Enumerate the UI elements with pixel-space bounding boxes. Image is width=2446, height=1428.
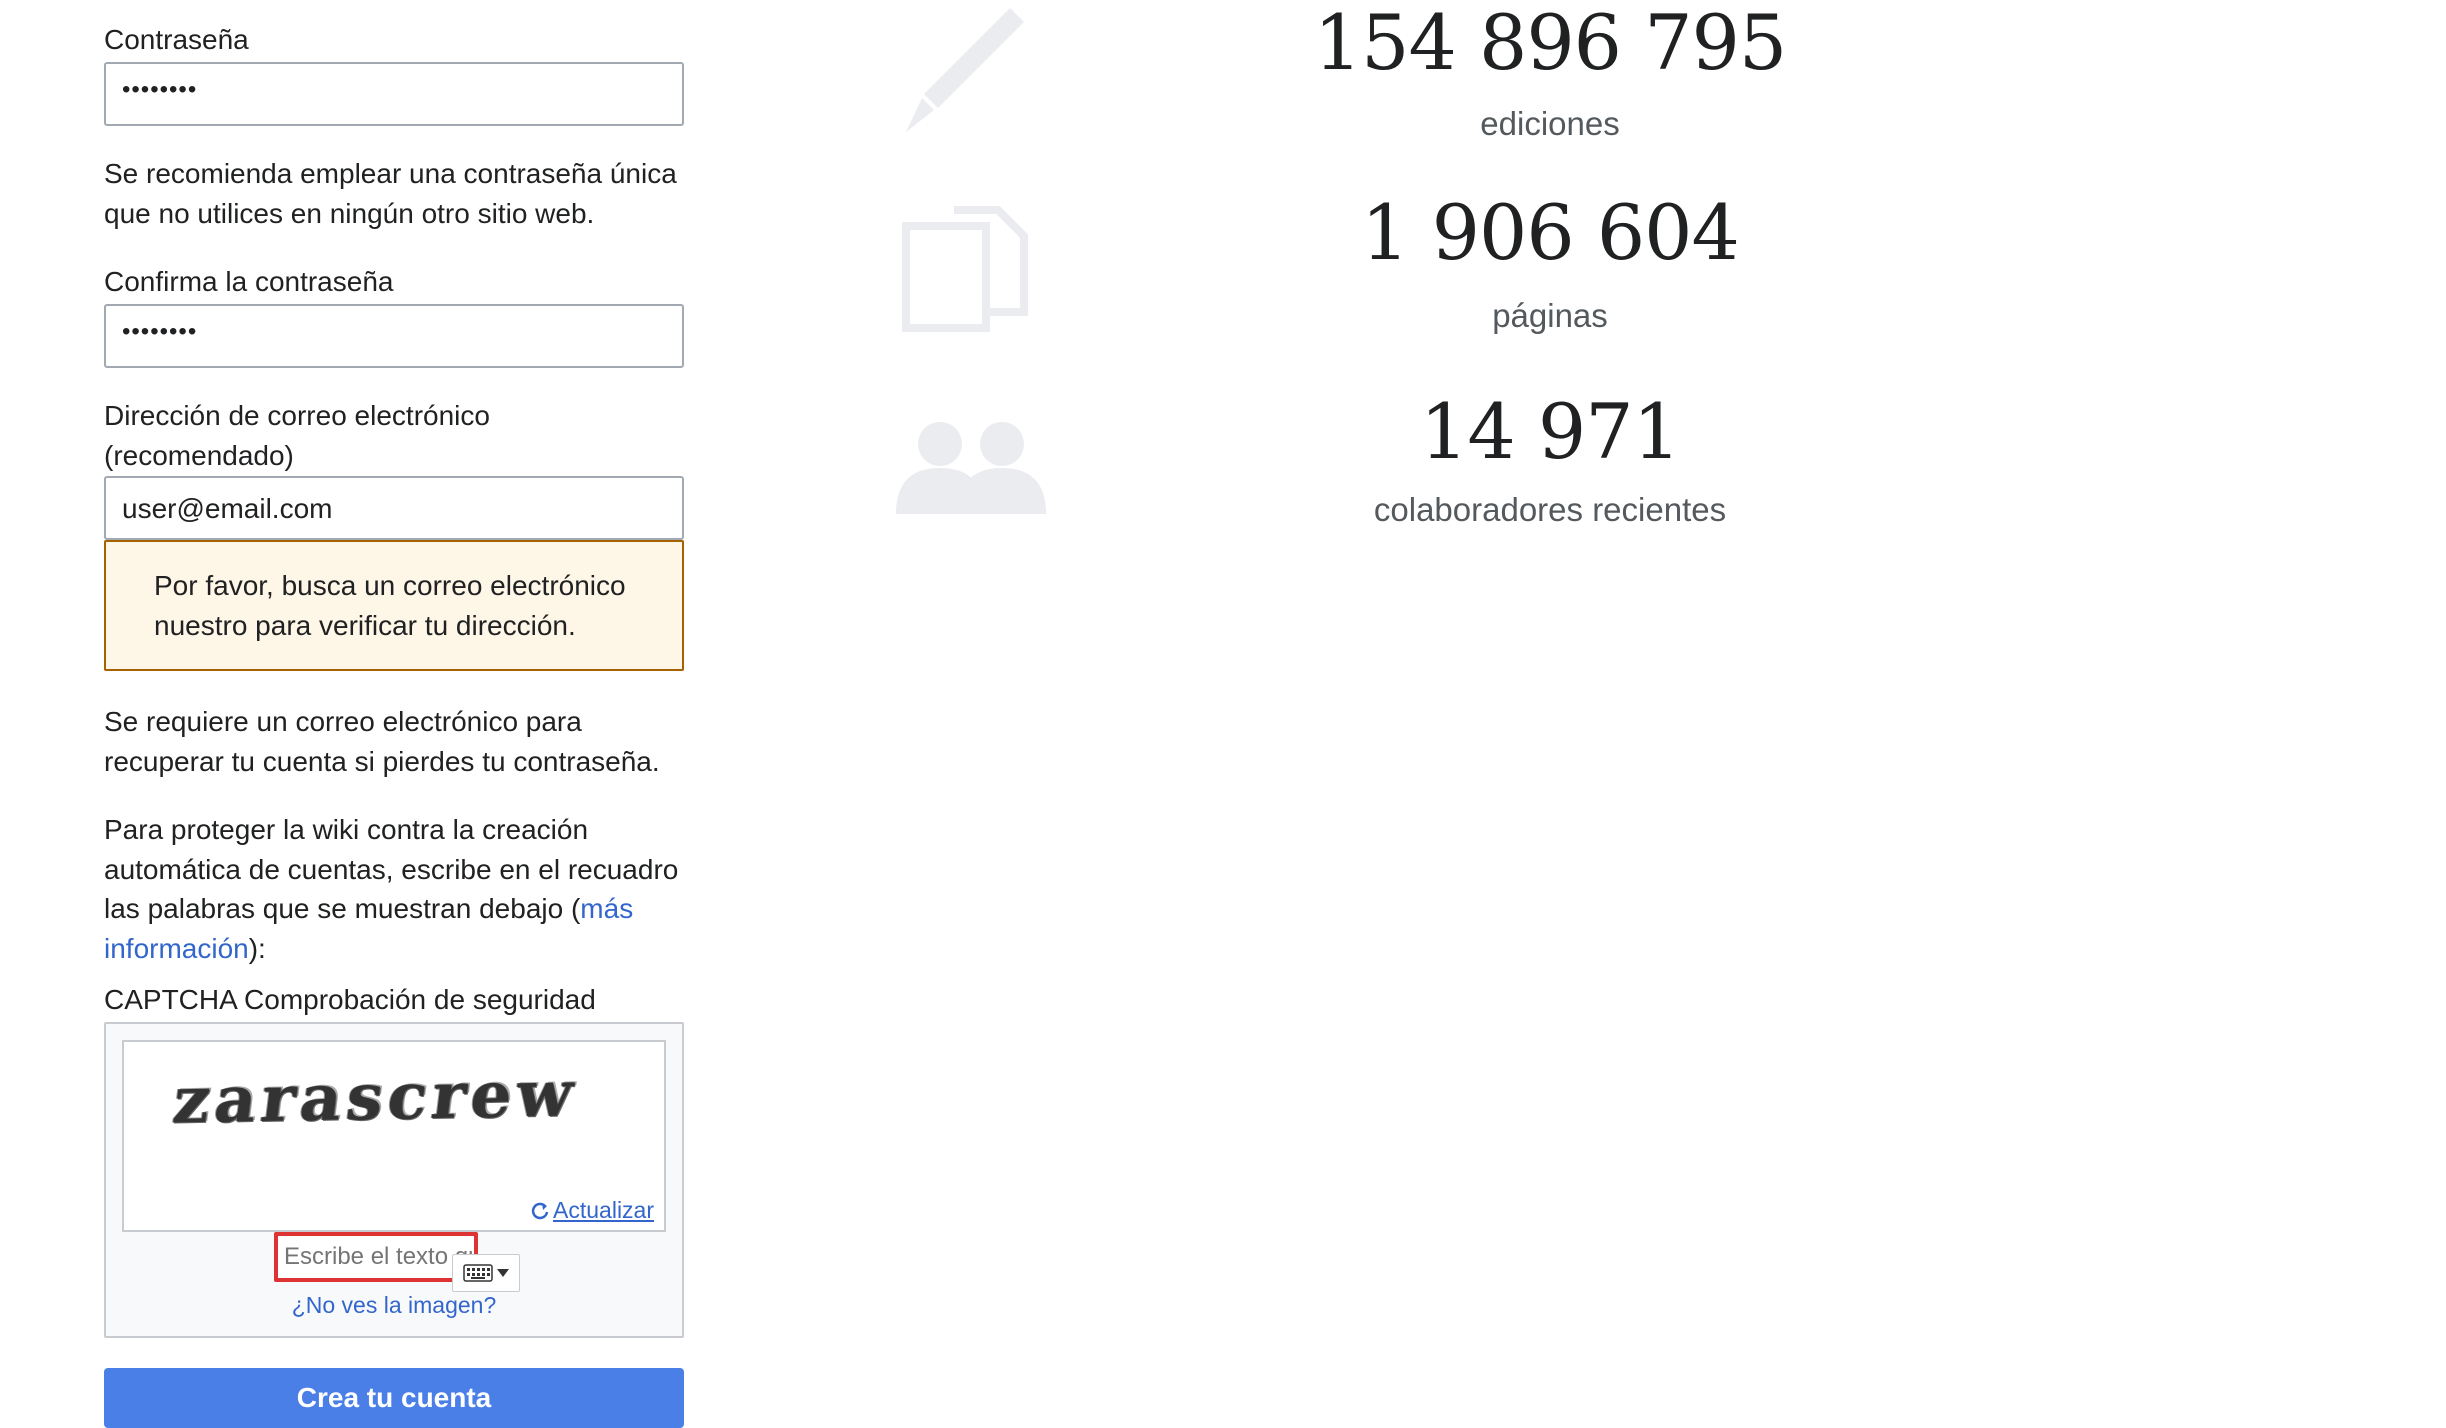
chevron-down-icon	[497, 1269, 509, 1277]
password-field[interactable]: ••••••••	[104, 62, 684, 126]
email-field[interactable]: user@email.com	[104, 476, 684, 540]
stat-edits-number: 154 896 795	[1313, 0, 1788, 87]
input-method-button[interactable]	[452, 1254, 520, 1292]
confirm-password-label: Confirma la contraseña	[104, 266, 394, 297]
stat-contributors-label: colaboradores recientes	[1373, 491, 1727, 528]
captcha-word: zarascrew	[168, 1056, 582, 1139]
captcha-intro: Para proteger la wiki contra la creación…	[104, 810, 694, 968]
captcha-input-wrapper	[274, 1232, 478, 1282]
email-help: Se requiere un correo electrónico para r…	[104, 706, 660, 777]
create-account-button[interactable]: Crea tu cuenta	[104, 1368, 684, 1428]
captcha-no-image-link[interactable]: ¿No ves la imagen?	[106, 1292, 682, 1319]
email-warning-text: Por favor, busca un correo electrónico n…	[154, 570, 626, 641]
password-value: ••••••••	[122, 76, 198, 103]
stat-contributors-number: 14 971	[1420, 387, 1681, 476]
email-value: user@email.com	[122, 493, 333, 524]
captcha-refresh-label: Actualizar	[553, 1197, 654, 1223]
email-warning-box: Por favor, busca un correo electrónico n…	[104, 540, 684, 671]
captcha-intro-end: ):	[248, 932, 266, 964]
stat-edits-label: ediciones	[1480, 105, 1620, 142]
confirm-password-value: ••••••••	[122, 318, 198, 345]
pages-icon	[902, 206, 1028, 332]
email-label: Dirección de correo electrónico (recomen…	[104, 400, 490, 471]
captcha-input[interactable]	[278, 1236, 474, 1278]
password-hint: Se recomienda emplear una contraseña úni…	[104, 158, 677, 229]
users-icon	[896, 422, 1046, 514]
stat-pages-label: páginas	[1492, 297, 1608, 334]
captcha-image: zarascrew Actualizar	[122, 1040, 666, 1232]
confirm-password-field[interactable]: ••••••••	[104, 304, 684, 368]
refresh-icon	[531, 1202, 549, 1219]
pencil-icon	[906, 8, 1024, 132]
captcha-box: zarascrew Actualizar Escribe el texto qu…	[104, 1022, 684, 1338]
captcha-label: CAPTCHA Comprobación de seguridad	[104, 984, 596, 1015]
captcha-refresh-button[interactable]: Actualizar	[530, 1197, 654, 1224]
keyboard-icon	[463, 1264, 493, 1282]
password-label: Contraseña	[104, 24, 249, 55]
stat-pages-number: 1 906 604	[1361, 188, 1740, 277]
